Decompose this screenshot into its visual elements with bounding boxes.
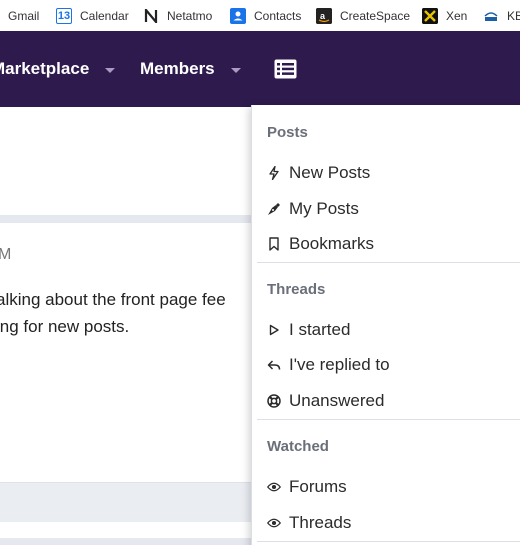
menu-item-ive-replied-label: I've replied to [289,355,390,374]
menu-divider [257,419,520,420]
life-ring-icon [267,394,281,408]
bookmark-kbc[interactable]: KB [483,0,520,31]
nav-members[interactable]: Members [140,31,241,107]
calendar-icon: 13 [56,7,72,24]
menu-item-i-started-label: I started [289,320,351,339]
menu-item-watched-threads-label: Threads [289,513,352,532]
bookmark-contacts-label: Contacts [254,8,302,23]
post-timestamp: M [0,246,12,263]
menu-item-watched-threads[interactable]: Threads [267,511,351,535]
menu-item-unanswered-label: Unanswered [289,391,385,410]
kbc-icon [483,8,499,24]
menu-item-my-posts-label: My Posts [289,199,359,218]
menu-item-new-posts-label: New Posts [289,163,371,182]
bookmark-calendar[interactable]: 13 Calendar [56,0,129,31]
play-icon [267,323,281,337]
bookmark-calendar-label: Calendar [80,8,129,23]
xen-icon [422,7,438,24]
whats-new-dropdown: Posts New Posts My Posts Bookmarks Threa… [251,105,520,545]
amazon-icon: a [316,7,332,24]
menu-header-posts: Posts [267,124,308,141]
menu-header-threads: Threads [267,281,326,298]
bookmark-xen-label: Xen [446,8,468,23]
nav-marketplace[interactable]: Marketplace [0,31,116,107]
bookmark-contacts[interactable]: Contacts [230,0,301,31]
bolt-icon [267,166,281,180]
menu-item-i-started[interactable]: I started [267,318,350,342]
reply-icon [267,358,281,372]
bookmark-gmail-label: Gmail [8,8,40,23]
menu-item-new-posts[interactable]: New Posts [267,161,370,185]
menu-header-watched: Watched [267,438,329,455]
eye-icon [267,516,281,530]
bookmark-createspace[interactable]: a CreateSpace [316,0,410,31]
list-icon[interactable] [274,59,297,79]
bookmark-xen[interactable]: Xen [422,0,467,31]
section-divider [0,215,255,223]
chevron-down-icon[interactable] [230,67,241,73]
menu-item-bookmarks[interactable]: Bookmarks [267,232,374,256]
bookmark-netatmo-label: Netatmo [167,8,213,23]
menu-item-watched-forums-label: Forums [289,477,347,496]
menu-item-bookmarks-label: Bookmarks [289,234,375,253]
site-navbar: Marketplace Members [0,31,520,107]
nav-members-label: Members [140,59,215,78]
bookmark-kbc-label: KB [507,8,520,23]
bookmark-createspace-label: CreateSpace [340,8,411,23]
nav-marketplace-label: Marketplace [0,59,90,78]
post-text-line: ing for new posts. [0,317,130,336]
bookmarks-bar: Gmail 13 Calendar Netatmo Contacts a Cre… [0,0,520,31]
menu-divider [257,541,520,542]
post-footer [0,482,255,522]
eye-icon [267,480,281,494]
menu-item-unanswered[interactable]: Unanswered [267,389,384,413]
contacts-icon [230,7,246,24]
post-text-line: alking about the front page fee [0,290,226,309]
section-divider [0,538,255,545]
bookmark-gmail[interactable]: Gmail [8,0,39,31]
bookmark-icon [267,237,281,251]
netatmo-icon [143,8,159,24]
menu-item-my-posts[interactable]: My Posts [267,197,359,221]
chevron-down-icon[interactable] [105,67,116,73]
pen-nib-icon [267,202,281,216]
menu-item-ive-replied[interactable]: I've replied to [267,353,390,377]
menu-item-watched-forums[interactable]: Forums [267,475,347,499]
menu-divider [257,262,520,263]
bookmark-netatmo[interactable]: Netatmo [143,0,212,31]
